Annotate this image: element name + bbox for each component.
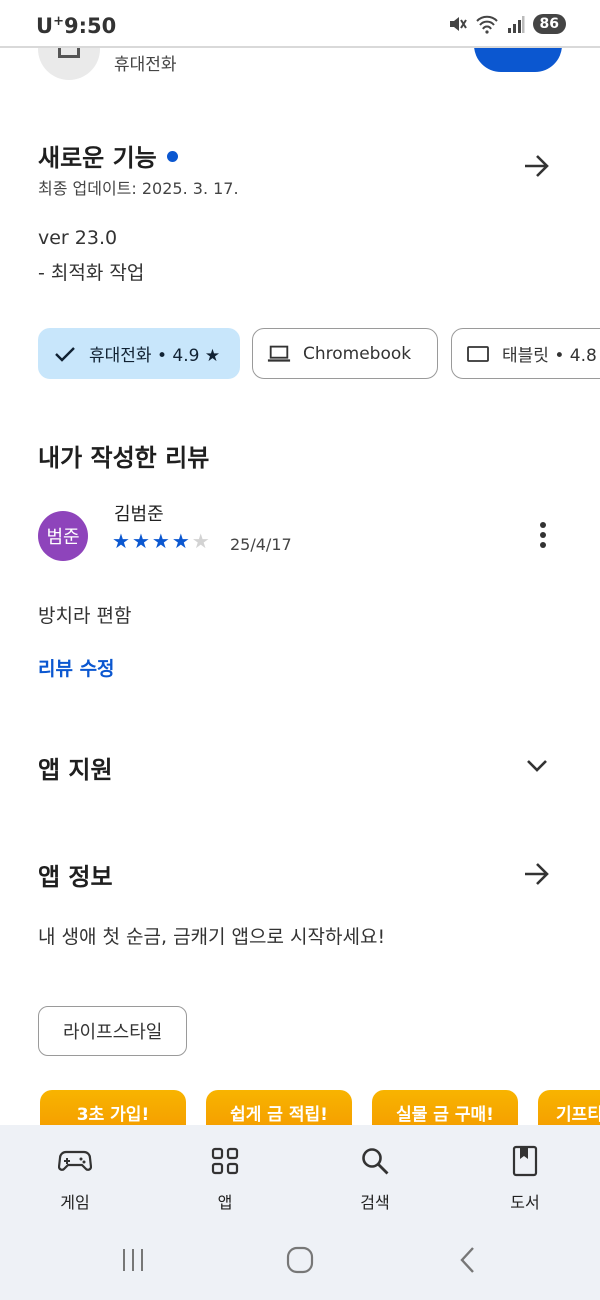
nav-label: 도서: [510, 1193, 540, 1212]
star-filled-icon: ★: [112, 529, 130, 553]
update-note: - 최적화 작업: [38, 262, 145, 284]
nav-games[interactable]: 게임: [25, 1143, 125, 1213]
system-navigation: [0, 1230, 600, 1290]
device-label: 휴대전화: [114, 55, 177, 75]
chip-tablet[interactable]: 태블릿 • 4.8 ★: [451, 328, 600, 379]
app-description: 내 생애 첫 순금, 금캐기 앱으로 시작하세요!: [38, 926, 386, 948]
screenshot-carousel[interactable]: 3초 가입! 쉽게 금 적립! 실물 금 구매! 기프티: [0, 1090, 600, 1130]
search-icon: [357, 1143, 393, 1179]
home-icon[interactable]: [270, 1230, 330, 1290]
edit-review-link[interactable]: 리뷰 수정: [38, 654, 115, 681]
whats-new-title: 새로운 기능: [38, 144, 157, 172]
avatar: 범준: [38, 511, 88, 561]
recent-apps-icon[interactable]: [103, 1230, 163, 1290]
signal-icon: [507, 16, 525, 33]
nav-label: 게임: [60, 1193, 90, 1212]
whats-new-heading[interactable]: 새로운 기능: [38, 138, 178, 173]
app-header-partial: 휴대전화: [0, 48, 600, 88]
screenshot-banner[interactable]: 실물 금 구매!: [372, 1090, 518, 1130]
category-tag[interactable]: 라이프스타일: [38, 1006, 188, 1056]
rating-stars: ★ ★ ★ ★ ★: [112, 530, 210, 552]
star-empty-icon: ★: [191, 529, 210, 553]
chip-chromebook[interactable]: Chromebook: [252, 328, 438, 379]
status-time: 9:50: [64, 14, 117, 38]
nav-label: 앱: [217, 1193, 233, 1212]
mute-icon: [449, 17, 467, 31]
nav-label: 검색: [360, 1193, 390, 1212]
chip-label: 태블릿 • 4.8 ★: [502, 346, 600, 366]
book-icon: [507, 1143, 543, 1179]
star-filled-icon: ★: [151, 529, 170, 553]
chip-label: 휴대전화 • 4.9 ★: [89, 346, 221, 366]
nav-books[interactable]: 도서: [475, 1143, 575, 1213]
wifi-icon: [475, 15, 498, 34]
status-bar: U+ 9:50 86: [0, 0, 600, 48]
star-filled-icon: ★: [131, 529, 150, 553]
screenshot-banner[interactable]: 쉽게 금 적립!: [206, 1090, 352, 1130]
my-review-title: 내가 작성한 리뷰: [38, 444, 210, 472]
gamepad-icon: [57, 1143, 93, 1179]
install-button[interactable]: [474, 48, 562, 72]
battery-level: 86: [532, 14, 566, 34]
app-info-arrow-icon[interactable]: [519, 856, 555, 892]
check-icon: [53, 342, 77, 366]
tablet-icon: [466, 342, 490, 366]
review-text: 방치라 편함: [38, 605, 132, 627]
screenshot-banner[interactable]: 기프티: [538, 1090, 600, 1130]
nav-search[interactable]: 검색: [325, 1143, 425, 1213]
whats-new-arrow-icon[interactable]: [519, 148, 555, 184]
review-date: 25/4/17: [230, 535, 292, 554]
status-icons: 86: [447, 14, 566, 34]
star-filled-icon: ★: [171, 529, 190, 553]
carrier-label: U+: [36, 14, 64, 38]
app-icon: [38, 48, 100, 80]
chip-phone[interactable]: 휴대전화 • 4.9 ★: [38, 328, 240, 379]
chevron-down-icon[interactable]: [519, 748, 555, 784]
reviewer-name: 김범준: [114, 504, 164, 525]
last-updated: 최종 업데이트: 2025. 3. 17.: [38, 179, 239, 198]
app-info-title[interactable]: 앱 정보: [38, 857, 113, 892]
chip-label: Chromebook: [303, 343, 412, 364]
more-options-icon[interactable]: [530, 520, 556, 550]
back-icon[interactable]: [438, 1230, 498, 1290]
screenshot-banner[interactable]: 3초 가입!: [40, 1090, 186, 1130]
app-support-title[interactable]: 앱 지원: [38, 750, 113, 785]
new-indicator-dot: [166, 150, 178, 162]
version-text: ver 23.0: [38, 227, 118, 249]
laptop-icon: [267, 342, 291, 366]
apps-grid-icon: [207, 1143, 243, 1179]
nav-apps[interactable]: 앱: [175, 1143, 275, 1213]
